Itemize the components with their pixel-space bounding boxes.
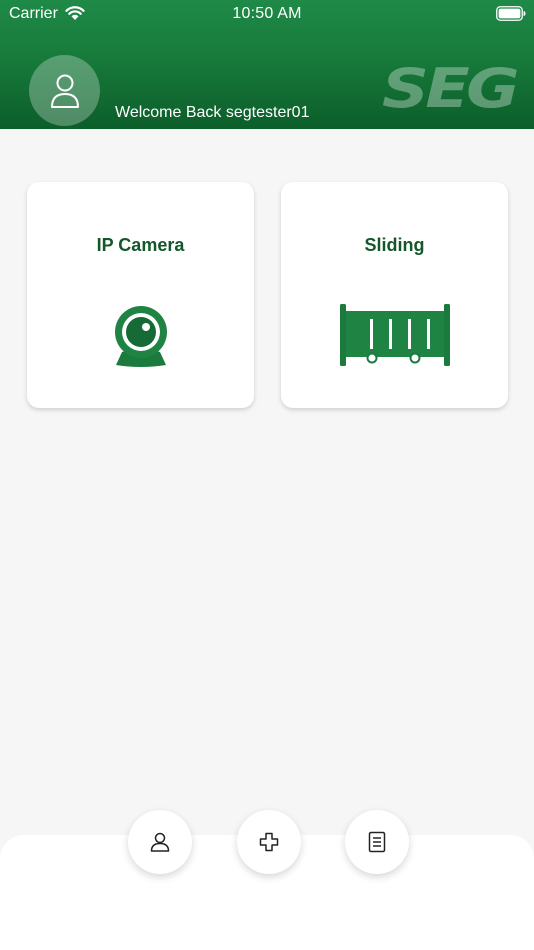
sliding-card[interactable]: Sliding — [281, 182, 508, 408]
svg-text:SEG: SEG — [382, 63, 517, 113]
webcam-icon — [114, 306, 167, 367]
document-icon — [368, 831, 386, 853]
battery-icon — [496, 6, 526, 21]
add-button[interactable] — [237, 810, 301, 874]
sliding-gate-icon — [339, 304, 450, 366]
status-bar: Carrier 10:50 AM — [0, 0, 534, 28]
avatar[interactable] — [29, 55, 100, 126]
profile-icon — [150, 832, 170, 852]
card-title: IP Camera — [96, 235, 185, 255]
user-icon — [50, 74, 79, 108]
ip-camera-card[interactable]: IP Camera — [27, 182, 254, 408]
profile-button[interactable] — [128, 810, 192, 874]
clock: 10:50 AM — [232, 5, 302, 22]
header: Carrier 10:50 AM Welcome Back segtester0… — [0, 0, 534, 129]
seg-logo: SEG — [382, 63, 518, 113]
welcome-text: Welcome Back segtester01 — [115, 104, 310, 121]
document-button[interactable] — [345, 810, 409, 874]
add-icon — [259, 832, 279, 852]
card-title: Sliding — [364, 235, 425, 255]
